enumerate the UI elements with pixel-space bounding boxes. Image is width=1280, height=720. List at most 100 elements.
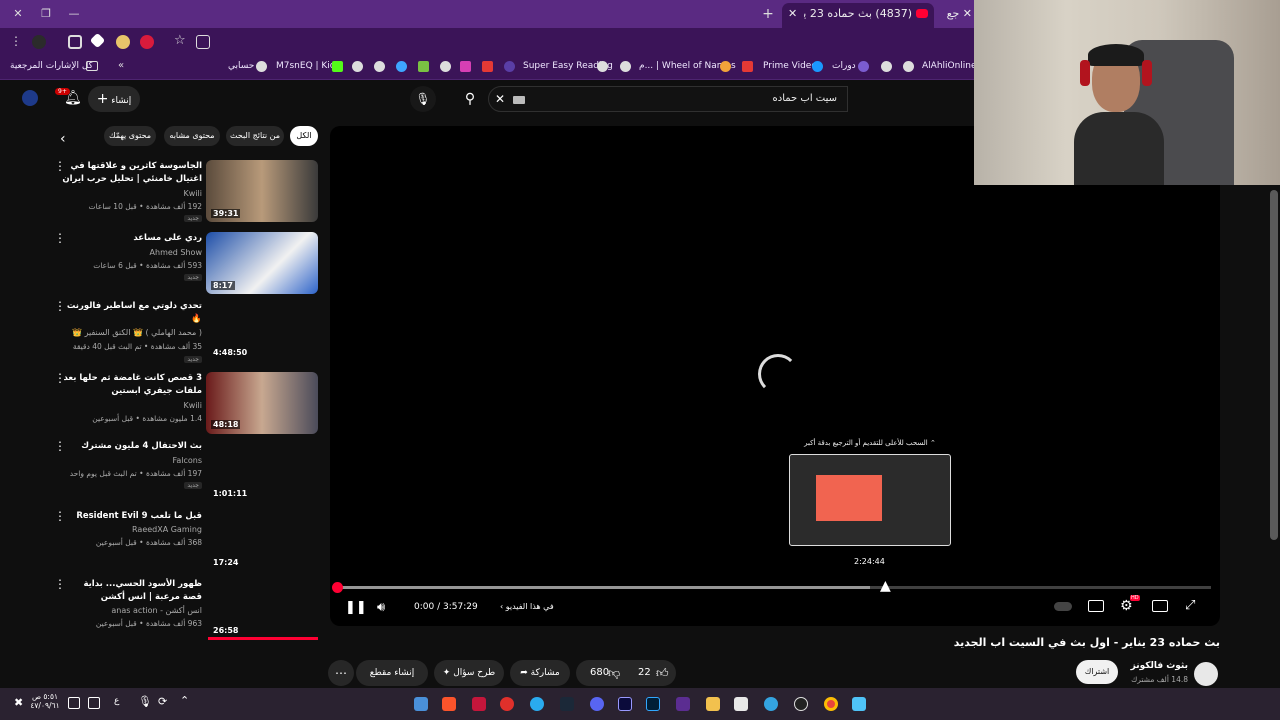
video-title[interactable]: قبل ما تلعب Resident Evil 9 <box>62 510 202 523</box>
photoshop-icon[interactable] <box>646 697 660 711</box>
tab-active[interactable]: ✕ (4837) بث حماده 23 يناير - اول بـ <box>782 3 934 28</box>
list-item[interactable]: 8:17 ردي على مساعد Ahmed Show 593 ألف مش… <box>40 232 320 298</box>
more-options-icon[interactable]: ⋮ <box>54 372 66 384</box>
channel-name-main[interactable]: بثوث فالكونز <box>1110 661 1188 671</box>
subscribe-button[interactable]: اشتراك <box>1076 660 1118 684</box>
windows-start-icon[interactable] <box>852 697 866 711</box>
chip-from-search[interactable]: من نتائج البحث <box>226 126 284 146</box>
file-explorer-icon[interactable] <box>706 697 720 711</box>
chevron-left-icon[interactable]: ‹ <box>60 131 66 147</box>
chevron-double-left-icon[interactable]: « <box>118 60 124 71</box>
chrome-icon[interactable] <box>824 697 838 711</box>
fullscreen-icon[interactable]: ⤢ <box>1185 598 1195 613</box>
extension-diamond-icon[interactable] <box>89 32 106 49</box>
more-options-icon[interactable]: ⋮ <box>54 232 66 244</box>
more-actions-icon[interactable]: ⋯ <box>328 660 354 686</box>
new-tab-icon[interactable]: + <box>760 6 776 22</box>
extensions-puzzle-icon[interactable] <box>68 35 82 49</box>
clock[interactable]: ٥:٥١ ص ٤٧/٠٩/٦١ <box>28 692 62 710</box>
video-title[interactable]: 3 قصص كانت غامضة ثم حلها بعد ملفات جيفري… <box>62 372 203 398</box>
video-title[interactable]: ظهور الأسود الحسي... بداية قصة مرعبة | ا… <box>62 578 202 604</box>
close-window-icon[interactable]: ✕ <box>10 6 26 22</box>
autoplay-toggle[interactable] <box>1054 602 1072 611</box>
bookmark-all[interactable]: كل الإشارات المرجعية <box>10 61 93 71</box>
channel-name[interactable]: RaeedXA Gaming <box>132 525 202 534</box>
subtitles-icon[interactable] <box>1088 600 1104 612</box>
list-item[interactable]: 48:18 3 قصص كانت غامضة ثم حلها بعد ملفات… <box>40 372 320 436</box>
more-options-icon[interactable]: ⋮ <box>54 440 66 452</box>
video-player[interactable]: ⌃ السحب للأعلى للتقديم أو الترجيع بدقة أ… <box>330 126 1220 626</box>
menu-dots-icon[interactable]: ⋮ <box>10 34 22 48</box>
chip-all[interactable]: الكل <box>290 126 318 146</box>
bookmark-alahli[interactable]: AlAhliOnline <box>922 61 977 71</box>
extension-icon[interactable] <box>32 35 46 49</box>
github-icon[interactable] <box>794 697 808 711</box>
channel-name[interactable]: Ahmed Show <box>150 248 202 257</box>
video-title[interactable]: تحدي دلوتي مع اساطير فالورنت 🔥 <box>62 300 202 326</box>
extension-cookie-icon[interactable] <box>116 35 130 49</box>
bookmark-my-account[interactable]: حسابي <box>228 61 254 71</box>
search-icon[interactable]: ⚲ <box>456 86 484 112</box>
share-button[interactable]: مشاركة ➦ <box>510 660 570 686</box>
channel-name[interactable]: Kwili <box>184 189 202 198</box>
language-indicator[interactable]: ع <box>114 696 119 706</box>
minimize-window-icon[interactable]: — <box>66 6 82 22</box>
channel-name[interactable]: Falcons <box>172 456 202 465</box>
more-options-icon[interactable]: ⋮ <box>54 578 66 590</box>
cast-icon[interactable] <box>196 35 210 49</box>
list-item[interactable]: 26:58 ظهور الأسود الحسي... بداية قصة مرع… <box>40 578 320 642</box>
video-title[interactable]: الجاسوسة كاثرين و علاقتها في اغتيال خامن… <box>62 160 202 186</box>
steam-icon[interactable] <box>560 697 574 711</box>
scrubber-handle[interactable] <box>332 582 343 593</box>
more-options-icon[interactable]: ⋮ <box>54 160 66 172</box>
chip-similar[interactable]: محتوى مشابه <box>164 126 220 146</box>
notifications-icon[interactable]: ✖ <box>14 696 23 709</box>
channel-name[interactable]: Kwili <box>184 401 202 410</box>
channel-name[interactable]: ( محمد الهاملي ) 👑 الكنق السنفير 👑 <box>72 328 202 337</box>
volume-icon[interactable]: 🔊︎ <box>377 600 385 615</box>
telegram-icon[interactable] <box>530 697 544 711</box>
list-item[interactable]: 1:01:11 بث الاحتفال 4 مليون مشترك Falcon… <box>40 440 320 504</box>
extension-red-icon[interactable] <box>140 35 154 49</box>
visual-studio-icon[interactable] <box>676 697 690 711</box>
create-button[interactable]: إنشاء + <box>88 86 140 112</box>
list-item[interactable]: 39:31 الجاسوسة كاثرين و علاقتها في اغتيا… <box>40 160 320 226</box>
restore-window-icon[interactable]: ❐ <box>38 6 54 22</box>
taskbar-app-icon[interactable] <box>414 697 428 711</box>
bookmark-prime-video[interactable]: Prime Video <box>763 61 817 71</box>
video-title[interactable]: بث الاحتفال 4 مليون مشترك <box>62 440 202 453</box>
ask-button[interactable]: طرح سؤال ✦ <box>434 660 504 686</box>
pause-icon[interactable]: ❚❚ <box>345 600 367 615</box>
bookmark-courses[interactable]: دورات <box>832 61 856 71</box>
bookmark-kick[interactable]: M7snEQ | Kick <box>276 61 340 71</box>
search-input[interactable]: ✕ سيت اب حماده <box>488 86 848 112</box>
thumbs-up-icon[interactable]: 👍︎ <box>656 660 669 686</box>
list-item[interactable]: 17:24 قبل ما تلعب Resident Evil 9 RaeedX… <box>40 510 320 570</box>
premiere-icon[interactable] <box>618 697 632 711</box>
page-scrollbar[interactable] <box>1270 190 1278 540</box>
tray-overflow-icon[interactable]: ⌃ <box>180 694 189 707</box>
more-options-icon[interactable]: ⋮ <box>54 510 66 522</box>
progress-track[interactable] <box>332 582 1211 593</box>
channel-avatar[interactable] <box>1194 662 1218 686</box>
avatar[interactable] <box>22 90 38 106</box>
channel-name[interactable]: انس أكشن - anas action <box>111 606 202 615</box>
taskbar-red-icon[interactable] <box>500 697 514 711</box>
chip-for-you[interactable]: محتوى يهمّك <box>104 126 156 146</box>
keyboard-icon[interactable] <box>513 96 525 104</box>
clear-search-icon[interactable]: ✕ <box>495 92 505 106</box>
theater-mode-icon[interactable] <box>1152 600 1168 612</box>
tab-close-icon[interactable]: ✕ <box>788 3 797 25</box>
calculator-icon[interactable] <box>734 697 748 711</box>
discord-icon[interactable] <box>590 697 604 711</box>
thumbs-down-icon[interactable]: 👎︎ <box>608 660 620 686</box>
bookmark-star-icon[interactable]: ☆ <box>174 33 186 48</box>
chapter-button[interactable]: في هذا الفيديو › <box>500 602 554 611</box>
clip-button[interactable]: إنشاء مقطع <box>356 660 428 686</box>
edge-icon[interactable] <box>764 697 778 711</box>
microphone-icon[interactable]: 🎙︎ <box>410 86 436 112</box>
tab-close-icon[interactable]: ✕ <box>963 7 972 20</box>
brave-icon[interactable] <box>442 697 456 711</box>
video-title[interactable]: ردي على مساعد <box>62 232 202 245</box>
list-item[interactable]: 4:48:50 تحدي دلوتي مع اساطير فالورنت 🔥 (… <box>40 300 320 364</box>
